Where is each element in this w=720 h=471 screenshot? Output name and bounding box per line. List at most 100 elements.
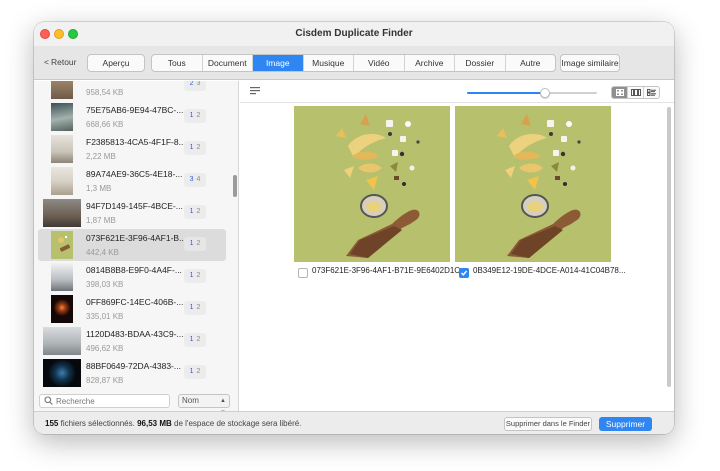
item-name: 073F621E-3F96-4AF1-B... xyxy=(86,233,187,243)
detail-view-icon xyxy=(647,89,656,96)
food-photo xyxy=(294,106,450,262)
total-count: 2 xyxy=(196,272,201,279)
status-bar: 155 fichiers sélectionnés. 96,53 MB de l… xyxy=(34,411,674,434)
window-title: Cisdem Duplicate Finder xyxy=(295,28,413,39)
thumbnail-image xyxy=(51,295,73,323)
close-window-button[interactable] xyxy=(40,29,50,39)
item-name: 1120D483-BDAA-43C9-... xyxy=(86,329,184,339)
list-item[interactable]: 89A74AE9-36C5-4E18-... 1,3 MB 34 xyxy=(34,165,238,197)
compare-view-button[interactable] xyxy=(628,87,644,98)
app-window: Cisdem Duplicate Finder < Retour Aperçu T… xyxy=(34,22,674,434)
thumbnail-image xyxy=(43,359,81,387)
list-item[interactable]: 94F7D149-145F-4BCE-... 1,87 MB 12 xyxy=(34,197,238,229)
sidebar-scrollbar[interactable] xyxy=(233,175,237,197)
delete-in-finder-button[interactable]: Supprimer dans le Finder xyxy=(504,417,592,431)
item-name: F2385813-4CA5-4F1F-8... xyxy=(86,137,186,147)
list-item[interactable]: F2385813-4CA5-4F1F-8... 2,22 MB 12 xyxy=(34,133,238,165)
file-name-label: 073F621E-3F96-4AF1-B71E-9E6402D1C... xyxy=(312,266,467,275)
grid-view-icon xyxy=(615,89,624,96)
tab-dossier[interactable]: Dossier xyxy=(455,55,506,71)
item-size: 442,4 KB xyxy=(86,248,119,257)
item-name: 0FF869FC-14EC-406B-... xyxy=(86,297,184,307)
total-count: 2 xyxy=(196,240,201,247)
group-list[interactable]: 958,54 KB 23 75E75AB6-9E94-47BC-... 668,… xyxy=(34,81,238,387)
thumbnail-image xyxy=(51,81,73,99)
search-field[interactable] xyxy=(39,394,170,408)
item-size: 958,54 KB xyxy=(86,88,124,97)
list-item[interactable]: 1120D483-BDAA-43C9-... 496,62 KB 12 xyxy=(34,325,238,357)
duplicate-preview-image[interactable] xyxy=(455,106,611,262)
list-item[interactable]: 88BF0649-72DA-4383-... 828,87 KB 12 xyxy=(34,357,238,387)
thumbnail-image xyxy=(51,263,73,291)
maximize-window-button[interactable] xyxy=(68,29,78,39)
list-item[interactable]: 0814B8B8-E9F0-4A4F-... 398,03 KB 12 xyxy=(34,261,238,293)
grid-view-button[interactable] xyxy=(612,87,628,98)
tab-image[interactable]: Image xyxy=(253,55,304,71)
zoom-slider[interactable] xyxy=(467,88,597,98)
total-count: 2 xyxy=(196,304,201,311)
count-badge: 12 xyxy=(184,109,206,123)
count-badge: 12 xyxy=(184,269,206,283)
file-checkbox-checked[interactable] xyxy=(459,268,469,278)
count-badge: 12 xyxy=(184,205,206,219)
count-badge: 12 xyxy=(184,141,206,155)
tab-document[interactable]: Document xyxy=(203,55,253,71)
detail-view-button[interactable] xyxy=(644,87,659,98)
selected-count: 1 xyxy=(189,112,194,119)
list-item[interactable]: 75E75AB6-9E94-47BC-... 668,66 KB 12 xyxy=(34,101,238,133)
tab-tous[interactable]: Tous xyxy=(152,55,203,71)
preview-button[interactable]: Aperçu xyxy=(87,54,145,72)
list-view-icon[interactable] xyxy=(250,87,260,95)
total-count: 2 xyxy=(196,336,201,343)
toolbar: < Retour Aperçu Tous Document Image Musiq… xyxy=(34,46,674,80)
view-mode-switch xyxy=(611,86,660,99)
back-button[interactable]: < Retour xyxy=(44,57,76,67)
thumbnail-image xyxy=(51,135,73,163)
zoom-slider-knob[interactable] xyxy=(540,88,550,98)
chevron-left-icon: < xyxy=(44,57,49,67)
tab-archive[interactable]: Archive xyxy=(405,55,455,71)
zoom-slider-fill xyxy=(467,92,545,94)
freed-size-text: de l'espace de stockage sera libéré. xyxy=(174,419,302,428)
list-item-selected[interactable]: 073F621E-3F96-4AF1-B... 442,4 KB 12 xyxy=(38,229,226,261)
file-name-label: 0B349E12-19DE-4DCE-A014-41C04B78... xyxy=(473,266,626,275)
total-count: 4 xyxy=(196,176,201,183)
list-item[interactable]: 958,54 KB 23 xyxy=(34,81,238,101)
tab-video[interactable]: Vidéo xyxy=(354,55,405,71)
count-badge: 12 xyxy=(184,237,206,251)
total-count: 3 xyxy=(196,81,201,87)
thumbnail-art xyxy=(58,235,71,252)
item-name: 75E75AB6-9E94-47BC-... xyxy=(86,105,184,115)
delete-button[interactable]: Supprimer xyxy=(599,417,652,431)
duplicate-preview-image[interactable] xyxy=(294,106,450,262)
compare-view-icon xyxy=(630,89,641,96)
preview-scrollbar[interactable] xyxy=(667,107,671,387)
preview-toolbar xyxy=(240,81,674,103)
total-count: 2 xyxy=(196,112,201,119)
tab-autre[interactable]: Autre xyxy=(506,55,556,71)
item-name: 0814B8B8-E9F0-4A4F-... xyxy=(86,265,182,275)
item-name: 94F7D149-145F-4BCE-... xyxy=(86,201,183,211)
search-icon xyxy=(44,396,53,405)
total-count: 2 xyxy=(196,144,201,151)
updown-icon: ▲▼ xyxy=(220,398,226,411)
file-checkbox[interactable] xyxy=(298,268,308,278)
list-item[interactable]: 0FF869FC-14EC-406B-... 335,01 KB 12 xyxy=(34,293,238,325)
item-size: 398,03 KB xyxy=(86,280,124,289)
item-size: 1,87 MB xyxy=(86,216,116,225)
similar-image-button[interactable]: Image similaire xyxy=(560,54,620,72)
selected-count-value: 155 xyxy=(45,419,59,428)
sort-select[interactable]: Nom ▲▼ xyxy=(178,394,230,411)
selected-count: 1 xyxy=(189,144,194,151)
count-badge: 12 xyxy=(184,365,206,379)
title-bar: Cisdem Duplicate Finder xyxy=(34,22,674,46)
minimize-window-button[interactable] xyxy=(54,29,64,39)
tab-musique[interactable]: Musique xyxy=(304,55,354,71)
item-size: 2,22 MB xyxy=(86,152,116,161)
search-input[interactable] xyxy=(56,396,166,407)
freed-size-value: 96,53 MB xyxy=(137,419,172,428)
selected-count: 1 xyxy=(189,208,194,215)
food-photo xyxy=(455,106,611,262)
selected-count: 1 xyxy=(189,336,194,343)
selected-count: 1 xyxy=(189,304,194,311)
